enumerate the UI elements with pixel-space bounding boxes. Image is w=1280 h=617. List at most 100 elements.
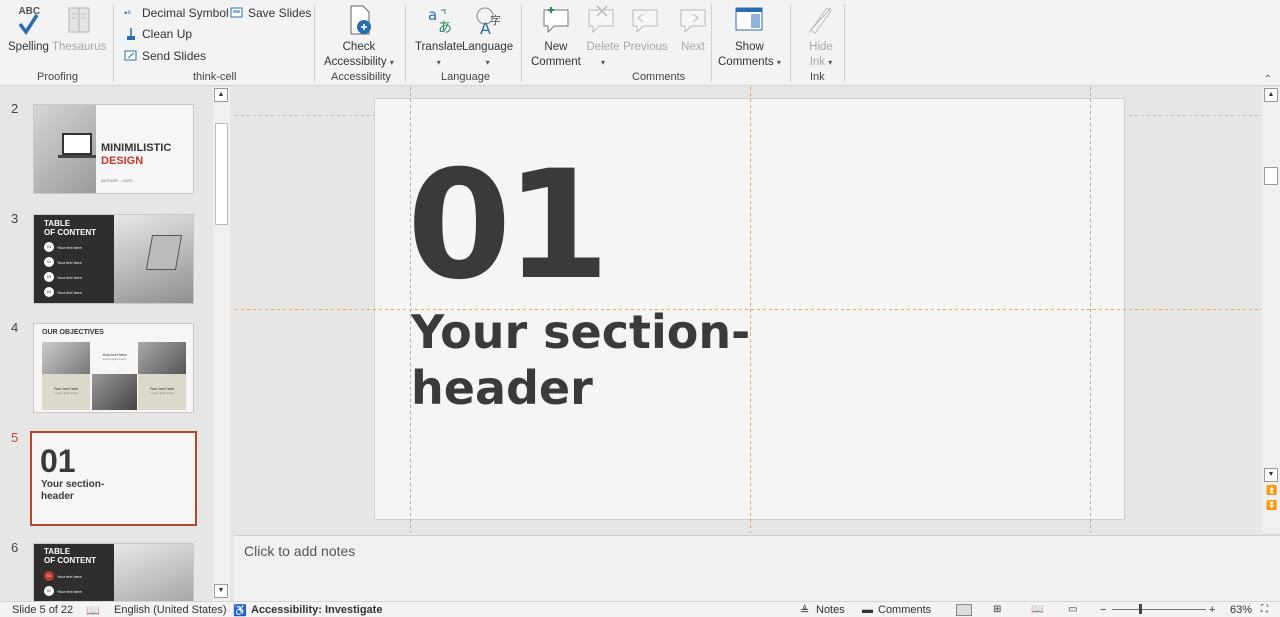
svg-text:あ: あ: [438, 20, 452, 36]
slide-thumbnail-4[interactable]: OUR OBJECTIVES Your text here Lorem ipsum…: [33, 323, 194, 413]
thumbnail-title: OUR OBJECTIVES: [42, 329, 104, 336]
slideshow-icon[interactable]: ▭: [1068, 604, 1077, 615]
thumbnail-number: 6: [11, 540, 19, 555]
slide-canvas[interactable]: 01 Your section- header: [374, 98, 1125, 520]
notes-icon: ≜: [800, 605, 810, 617]
slide-thumbnail-6[interactable]: TABLE OF CONTENT 01 Your text here 02 Your…: [33, 543, 194, 601]
new-comment-button[interactable]: New Comment: [531, 2, 581, 70]
svg-text:字: 字: [490, 13, 501, 27]
comments-pane-icon: [731, 2, 767, 38]
slide-scrollbar[interactable]: ▲ ▼ ⏫ ⏬: [1262, 87, 1280, 533]
accessibility-status[interactable]: Accessibility: Investigate: [251, 604, 382, 616]
previous-slide-icon[interactable]: ⏫: [1266, 485, 1277, 496]
new-comment-icon: [538, 2, 574, 38]
spelling-button[interactable]: ABC Spelling: [8, 2, 49, 55]
text-box: Your text here Lorem ipsum text: [138, 374, 186, 410]
next-comment-icon: [675, 2, 711, 38]
zoom-level[interactable]: 63%: [1230, 604, 1252, 616]
toc-item: 01 Your text here: [44, 242, 82, 252]
ink-pen-icon: [803, 2, 839, 38]
thumbnail-number: 2: [11, 101, 19, 116]
show-comments-button[interactable]: Show Comments ▾: [718, 2, 781, 70]
language-button[interactable]: A字 Language ▾: [462, 2, 513, 70]
previous-comment-icon: [627, 2, 663, 38]
clean-up-button[interactable]: Clean Up: [124, 27, 192, 41]
decimal-symbol-button[interactable]: •⁹ Decimal Symbol: [124, 6, 229, 20]
proofing-group-label: Proofing: [37, 71, 78, 83]
chevron-down-icon: ▾: [389, 58, 394, 67]
thesaurus-button[interactable]: Thesaurus: [52, 2, 106, 55]
language-group-label: Language: [441, 71, 490, 83]
thumbnail-scrollbar[interactable]: ▲ ▼: [213, 87, 230, 601]
collapse-ribbon-icon[interactable]: ⌃: [1264, 74, 1272, 85]
spelling-status-icon[interactable]: 📖: [86, 604, 100, 617]
scroll-up-icon[interactable]: ▲: [214, 88, 228, 102]
notes-toggle[interactable]: Notes: [816, 604, 845, 616]
hide-ink-button[interactable]: Hide Ink ▾: [803, 2, 839, 70]
slide-thumbnail-5-selected[interactable]: 01 Your section- header: [30, 431, 197, 526]
slide-thumbnail-2[interactable]: MINIMILISTIC DESIGN AUTHOR – DATE: [33, 104, 194, 194]
thumbnail-title: MINIMILISTIC: [101, 142, 172, 154]
ink-group-label: Ink: [810, 71, 825, 83]
save-slides-button[interactable]: Save Slides: [230, 6, 311, 20]
toc-item: 02 Your text here: [44, 586, 82, 596]
text-box: Your text here Lorem ipsum text: [102, 352, 127, 361]
zoom-out-icon[interactable]: −: [1100, 604, 1106, 616]
thinkcell-group-label: think-cell: [193, 71, 237, 83]
thumbnail-title-accent: DESIGN: [101, 155, 144, 167]
thumbnail-number: 4: [11, 320, 19, 335]
decimal-icon: •⁹: [124, 8, 132, 18]
thumbnail-number: 5: [11, 430, 19, 445]
chevron-down-icon: ▾: [485, 58, 490, 67]
slide-count[interactable]: Slide 5 of 22: [12, 604, 73, 616]
fit-slide-icon[interactable]: ⛶: [1261, 604, 1268, 615]
thumbnail-title: OF CONTENT: [44, 228, 96, 237]
normal-view-icon[interactable]: [956, 604, 972, 616]
slide-thumbnail-pane: 2 MINIMILISTIC DESIGN AUTHOR – DATE 3 TA…: [0, 87, 232, 601]
notes-placeholder[interactable]: Click to add notes: [244, 543, 355, 559]
comments-group-label: Comments: [632, 71, 686, 83]
spelling-icon: ABC: [10, 2, 46, 38]
send-slides-icon: [124, 49, 138, 63]
notes-pane[interactable]: Click to add notes: [234, 535, 1280, 601]
next-comment-button[interactable]: Next: [675, 2, 711, 55]
section-header-line1[interactable]: Your section-: [411, 304, 750, 360]
reading-view-icon[interactable]: 📖: [1031, 604, 1043, 615]
next-slide-icon[interactable]: ⏬: [1266, 500, 1277, 511]
separator: [314, 4, 315, 82]
slide-thumbnail-3[interactable]: TABLE OF CONTENT 01 Your text here 02 Your…: [33, 214, 194, 304]
zoom-slider-thumb[interactable]: [1139, 604, 1142, 614]
scroll-down-icon[interactable]: ▼: [214, 584, 228, 598]
delete-comment-icon: [585, 2, 621, 38]
scroll-thumb[interactable]: [215, 123, 228, 225]
book-icon: [61, 2, 97, 38]
language-icon: A字: [470, 2, 506, 38]
comments-toggle[interactable]: Comments: [878, 604, 931, 616]
accessibility-check-icon: [341, 2, 377, 38]
section-header-line2[interactable]: header: [411, 360, 593, 416]
scroll-up-icon[interactable]: ▲: [1264, 88, 1278, 102]
chevron-down-icon: ▾: [776, 58, 781, 67]
scroll-down-icon[interactable]: ▼: [1264, 468, 1278, 482]
laptop-image: [114, 544, 193, 601]
photo: [92, 374, 137, 410]
photo: [138, 342, 186, 374]
thumbnail-number: 3: [11, 211, 19, 226]
slide-sorter-icon[interactable]: ⊞: [993, 604, 1001, 615]
delete-comment-button[interactable]: Delete ▾: [585, 2, 621, 70]
translate-button[interactable]: aあ Translate ▾: [415, 2, 463, 70]
language-status[interactable]: English (United States): [114, 604, 227, 616]
zoom-in-icon[interactable]: +: [1209, 604, 1215, 616]
previous-comment-button[interactable]: Previous: [623, 2, 668, 55]
zoom-slider[interactable]: [1112, 609, 1206, 610]
section-number[interactable]: 01: [407, 141, 610, 311]
send-slides-button[interactable]: Send Slides: [124, 49, 206, 63]
thumbnail-title: Your section-: [41, 479, 105, 490]
separator: [521, 4, 522, 82]
check-accessibility-button[interactable]: Check Accessibility ▾: [324, 2, 394, 70]
translate-icon: aあ: [421, 2, 457, 38]
toc-item: 04 Your text here: [44, 287, 82, 297]
thumbnail-title: header: [41, 491, 74, 502]
ribbon: ABC Spelling Thesaurus Proofing •⁹ Decim…: [0, 0, 1280, 86]
scroll-thumb[interactable]: [1264, 167, 1278, 185]
